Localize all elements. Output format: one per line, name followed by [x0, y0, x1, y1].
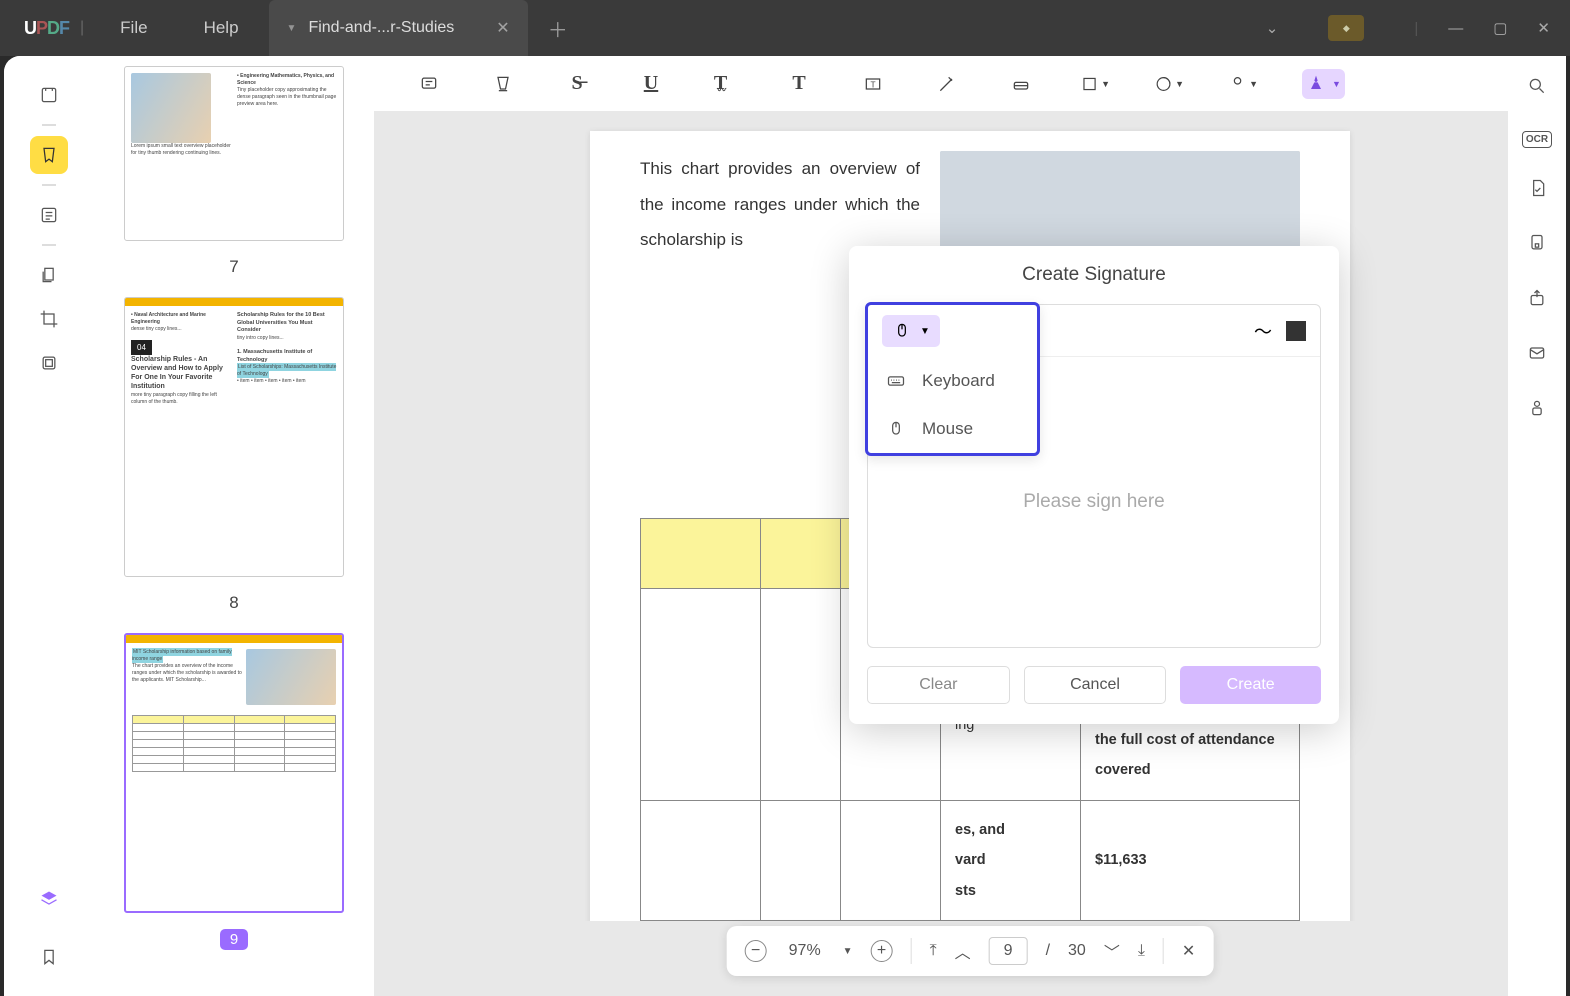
- thumbnail-panel: Lorem ipsum small text overview placehol…: [94, 56, 374, 996]
- underline-tool-icon[interactable]: U: [636, 69, 666, 99]
- squiggly-tool-icon[interactable]: T〰: [710, 69, 740, 99]
- sticker-tool-icon[interactable]: ▼: [1228, 69, 1258, 99]
- annotation-toolbar: S̶ U T〰 T T ▼ ▼ ▼ ▼: [374, 56, 1566, 111]
- menu-help[interactable]: Help: [204, 18, 239, 38]
- separator: [42, 244, 56, 246]
- eraser-tool-icon[interactable]: [1006, 69, 1036, 99]
- zoom-out-button[interactable]: −: [745, 940, 767, 962]
- zoom-value[interactable]: 97%: [785, 942, 825, 960]
- reader-mode-icon[interactable]: [30, 76, 68, 114]
- search-icon[interactable]: [1527, 76, 1547, 101]
- current-page-input[interactable]: 9: [989, 937, 1028, 965]
- input-mode-dropdown: ▼ Keyboard Mouse: [865, 302, 1040, 456]
- menu-file[interactable]: File: [120, 18, 147, 38]
- strikethrough-tool-icon[interactable]: S̶: [562, 69, 592, 99]
- comment-mode-icon[interactable]: [30, 136, 68, 174]
- page-thumbnail-8[interactable]: • Naval Architecture and Marine Engineer…: [124, 297, 344, 577]
- separator: [42, 124, 56, 126]
- compress-icon[interactable]: [30, 344, 68, 382]
- thumbnail-label: 9: [124, 929, 344, 950]
- page-thumbnail-9[interactable]: MIT Scholarship information based on fam…: [124, 633, 344, 913]
- stamp-tool-icon[interactable]: ▼: [1154, 69, 1184, 99]
- keyboard-icon: [886, 371, 906, 391]
- mouse-icon: [886, 419, 906, 439]
- tab-chevron-icon: ▼: [287, 23, 297, 34]
- window-controls: ⌄ ◆ | — ▢ ✕: [1266, 15, 1570, 41]
- organize-pages-icon[interactable]: [30, 256, 68, 294]
- new-tab-button[interactable]: ＋: [548, 14, 568, 43]
- page-thumbnail-7[interactable]: Lorem ipsum small text overview placehol…: [124, 66, 344, 241]
- chevron-down-icon[interactable]: ⌄: [1266, 19, 1279, 37]
- option-label: Keyboard: [922, 371, 995, 391]
- mode-keyboard-option[interactable]: Keyboard: [868, 357, 1037, 405]
- separator: |: [1414, 20, 1418, 37]
- titlebar: UPDF | File Help ▼ Find-and-...r-Studies…: [0, 0, 1570, 56]
- minimize-button[interactable]: —: [1448, 20, 1463, 37]
- bookmark-icon[interactable]: [30, 938, 68, 976]
- share-icon[interactable]: [1527, 288, 1547, 313]
- tab-title: Find-and-...r-Studies: [308, 19, 454, 37]
- svg-text:T: T: [870, 79, 875, 89]
- clear-button[interactable]: Clear: [867, 666, 1010, 704]
- table-row: $100,000–$140,00097% $52,98095% of tuiti…: [641, 921, 1300, 922]
- option-label: Mouse: [922, 419, 973, 439]
- zoom-dropdown-icon[interactable]: ▼: [843, 946, 853, 957]
- highlight-tool-icon[interactable]: [488, 69, 518, 99]
- layers-icon[interactable]: [30, 880, 68, 918]
- mode-mouse-option[interactable]: Mouse: [868, 405, 1037, 453]
- zoom-page-bar: − 97% ▼ + ⤒ ︿ 9 / 30 ﹀ ⤓ ✕: [727, 926, 1214, 976]
- edit-mode-icon[interactable]: [30, 196, 68, 234]
- text-tool-icon[interactable]: T: [784, 69, 814, 99]
- first-page-button[interactable]: ⤒: [930, 942, 937, 960]
- pencil-tool-icon[interactable]: [932, 69, 962, 99]
- last-page-button[interactable]: ⤓: [1138, 942, 1145, 960]
- textbox-tool-icon[interactable]: T: [858, 69, 888, 99]
- separator: |: [80, 19, 84, 37]
- crop-icon[interactable]: [30, 300, 68, 338]
- separator: [911, 938, 912, 964]
- table-row: es, andvardsts $11,633: [641, 800, 1300, 920]
- left-rail: [4, 56, 94, 996]
- convert-icon[interactable]: [1527, 178, 1547, 203]
- user-badge[interactable]: ◆: [1328, 15, 1364, 41]
- document-tab[interactable]: ▼ Find-and-...r-Studies ✕: [269, 0, 528, 56]
- save-icon[interactable]: [1527, 398, 1547, 423]
- stroke-style-icon[interactable]: 〜: [1254, 318, 1272, 344]
- create-signature-modal: Create Signature ▼ 〜 Please sign here: [849, 246, 1339, 724]
- separator: [42, 184, 56, 186]
- mouse-icon: [892, 321, 912, 341]
- separator: [1163, 938, 1164, 964]
- prev-page-button[interactable]: ︿: [955, 939, 971, 963]
- close-bar-button[interactable]: ✕: [1182, 941, 1195, 961]
- total-pages: 30: [1068, 942, 1086, 960]
- email-icon[interactable]: [1527, 343, 1547, 368]
- menu-bar: File Help: [120, 18, 238, 38]
- document-area: S̶ U T〰 T T ▼ ▼ ▼ ▼ This chart provides …: [374, 56, 1566, 996]
- close-window-button[interactable]: ✕: [1537, 19, 1550, 37]
- signature-pad: ▼ 〜 Please sign here ▼: [867, 304, 1321, 648]
- tab-close-icon[interactable]: ✕: [496, 18, 509, 38]
- zoom-in-button[interactable]: +: [871, 940, 893, 962]
- signature-tool-icon[interactable]: ▼: [1302, 69, 1345, 99]
- page-sep: /: [1046, 942, 1050, 960]
- protect-icon[interactable]: [1527, 233, 1547, 258]
- app-logo: UPDF: [0, 18, 60, 39]
- create-button[interactable]: Create: [1180, 666, 1321, 704]
- next-page-button[interactable]: ﹀: [1104, 939, 1120, 963]
- color-swatch[interactable]: [1286, 321, 1306, 341]
- thumbnail-label: 8: [124, 593, 344, 613]
- cancel-button[interactable]: Cancel: [1024, 666, 1167, 704]
- chevron-down-icon: ▼: [920, 326, 930, 337]
- shape-tool-icon[interactable]: ▼: [1080, 69, 1110, 99]
- ocr-icon[interactable]: OCR: [1522, 131, 1552, 148]
- thumbnail-label: 7: [124, 257, 344, 277]
- maximize-button[interactable]: ▢: [1493, 19, 1507, 37]
- note-tool-icon[interactable]: [414, 69, 444, 99]
- right-rail: OCR: [1508, 56, 1566, 996]
- modal-title: Create Signature: [849, 246, 1339, 304]
